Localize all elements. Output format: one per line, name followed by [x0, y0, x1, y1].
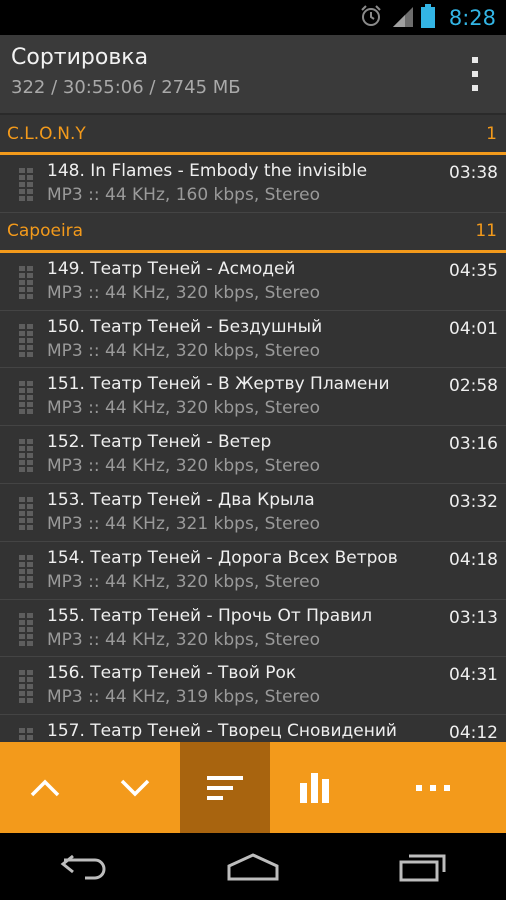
track-title: 151. Театр Теней - В Жертву Пламени — [47, 374, 390, 395]
track-info: MP3 :: 44 KHz, 320 kbps, Stereo — [47, 340, 321, 361]
track-title: 157. Театр Теней - Творец Сновидений — [47, 721, 397, 740]
track-title: 152. Театр Теней - Ветер — [47, 432, 272, 453]
track-row[interactable]: 155. Театр Теней - Прочь От ПравилMP3 ::… — [0, 599, 506, 658]
equalizer-button[interactable] — [270, 742, 360, 833]
recent-apps-icon — [399, 854, 446, 881]
track-title: 150. Театр Теней - Бездушный — [47, 316, 323, 337]
move-down-icon — [120, 779, 150, 796]
track-row[interactable]: 152. Театр Теней - ВетерMP3 :: 44 KHz, 3… — [0, 426, 506, 484]
track-title: 156. Театр Теней - Твой Рок — [47, 663, 297, 684]
back-button[interactable] — [34, 837, 134, 897]
drag-handle-icon[interactable] — [18, 438, 34, 473]
track-duration: 02:58 — [449, 376, 498, 397]
drag-handle-icon[interactable] — [18, 669, 34, 704]
track-info: MP3 :: 44 KHz, 160 kbps, Stereo — [47, 185, 321, 205]
alarm-icon — [359, 4, 383, 32]
track-duration: 04:01 — [449, 318, 498, 339]
group-count: 11 — [475, 221, 497, 242]
page-subtitle: 322 / 30:55:06 / 2745 МБ — [11, 77, 241, 98]
track-duration: 03:16 — [449, 434, 498, 455]
battery-icon — [420, 3, 435, 32]
track-info: MP3 :: 44 KHz, 319 kbps, Stereo — [47, 687, 321, 708]
track-row[interactable]: 153. Театр Теней - Два КрылаMP3 :: 44 KH… — [0, 483, 506, 542]
track-duration: 03:13 — [449, 607, 498, 628]
sort-icon — [207, 775, 243, 800]
track-list[interactable]: C.L.O.N.Y 1 148. In Flames - Embody the in… — [0, 115, 506, 740]
track-title: 155. Театр Теней - Прочь От Правил — [47, 605, 373, 626]
more-icon — [416, 784, 450, 791]
track-row[interactable]: 149. Театр Теней - АсмодейMP3 :: 44 KHz,… — [0, 252, 506, 311]
track-info: MP3 :: 44 KHz, 320 kbps, Stereo — [47, 282, 321, 303]
bottom-toolbar — [0, 742, 506, 833]
drag-handle-icon[interactable] — [18, 167, 34, 201]
track-duration: 03:38 — [449, 163, 498, 183]
more-button[interactable] — [360, 742, 506, 833]
group-name: Capoeira — [7, 221, 84, 242]
back-icon — [60, 854, 106, 879]
group-header[interactable]: Capoeira 11 — [0, 212, 506, 253]
clock-time: 8:28 — [448, 5, 496, 30]
group-count: 1 — [486, 123, 497, 144]
track-title: 154. Театр Теней - Дорога Всех Ветров — [47, 547, 398, 568]
track-info: MP3 :: 44 KHz, 320 kbps, Stereo — [47, 629, 321, 650]
drag-handle-icon[interactable] — [18, 380, 34, 415]
track-duration: 04:31 — [449, 665, 498, 686]
track-duration: 04:18 — [449, 549, 498, 570]
track-row[interactable]: 150. Театр Теней - БездушныйMP3 :: 44 KH… — [0, 310, 506, 369]
track-row[interactable]: 154. Театр Теней - Дорога Всех Ветров MP3… — [0, 541, 506, 600]
signal-icon — [391, 5, 413, 31]
move-up-icon — [30, 779, 60, 796]
track-title: 153. Театр Теней - Два Крыла — [47, 489, 315, 510]
track-title: 149. Театр Теней - Асмодей — [47, 258, 296, 279]
action-bar: Сортировка 322 / 30:55:06 / 2745 МБ — [0, 35, 506, 115]
drag-handle-icon[interactable] — [18, 323, 34, 357]
overflow-menu-icon[interactable] — [470, 57, 480, 91]
track-row[interactable]: 151. Театр Теней - В Жертву Пламени MP3 :… — [0, 368, 506, 427]
track-duration: 04:35 — [449, 260, 498, 281]
navigation-bar — [0, 833, 506, 900]
move-down-button[interactable] — [90, 742, 180, 833]
group-header[interactable]: C.L.O.N.Y 1 — [0, 115, 506, 155]
drag-handle-icon[interactable] — [18, 612, 34, 646]
home-icon — [227, 852, 279, 880]
page-title: Сортировка — [11, 45, 149, 70]
track-row[interactable]: 148. In Flames - Embody the invisible MP3… — [0, 155, 506, 213]
equalizer-icon — [300, 772, 329, 803]
drag-handle-icon[interactable] — [18, 727, 34, 740]
home-button[interactable] — [203, 837, 303, 897]
drag-handle-icon[interactable] — [18, 265, 34, 299]
drag-handle-icon[interactable] — [18, 496, 34, 530]
drag-handle-icon[interactable] — [18, 554, 34, 588]
track-info: MP3 :: 44 KHz, 320 kbps, Stereo — [47, 571, 321, 592]
recent-apps-button[interactable] — [372, 837, 472, 897]
move-up-button[interactable] — [0, 742, 90, 833]
track-title: 148. In Flames - Embody the invisible — [47, 161, 368, 181]
track-info: MP3 :: 44 KHz, 320 kbps, Stereo — [47, 398, 321, 419]
track-duration: 03:32 — [449, 491, 498, 512]
status-bar: 8:28 — [0, 0, 506, 35]
sort-button[interactable] — [180, 742, 270, 833]
group-name: C.L.O.N.Y — [7, 123, 86, 144]
track-row[interactable]: 157. Театр Теней - Творец СновиденийMP3 … — [0, 715, 506, 740]
track-info: MP3 :: 44 KHz, 320 kbps, Stereo — [47, 456, 321, 477]
track-row[interactable]: 156. Театр Теней - Твой РокMP3 :: 44 KHz… — [0, 657, 506, 716]
track-info: MP3 :: 44 KHz, 321 kbps, Stereo — [47, 513, 321, 534]
track-duration: 04:12 — [449, 723, 498, 740]
